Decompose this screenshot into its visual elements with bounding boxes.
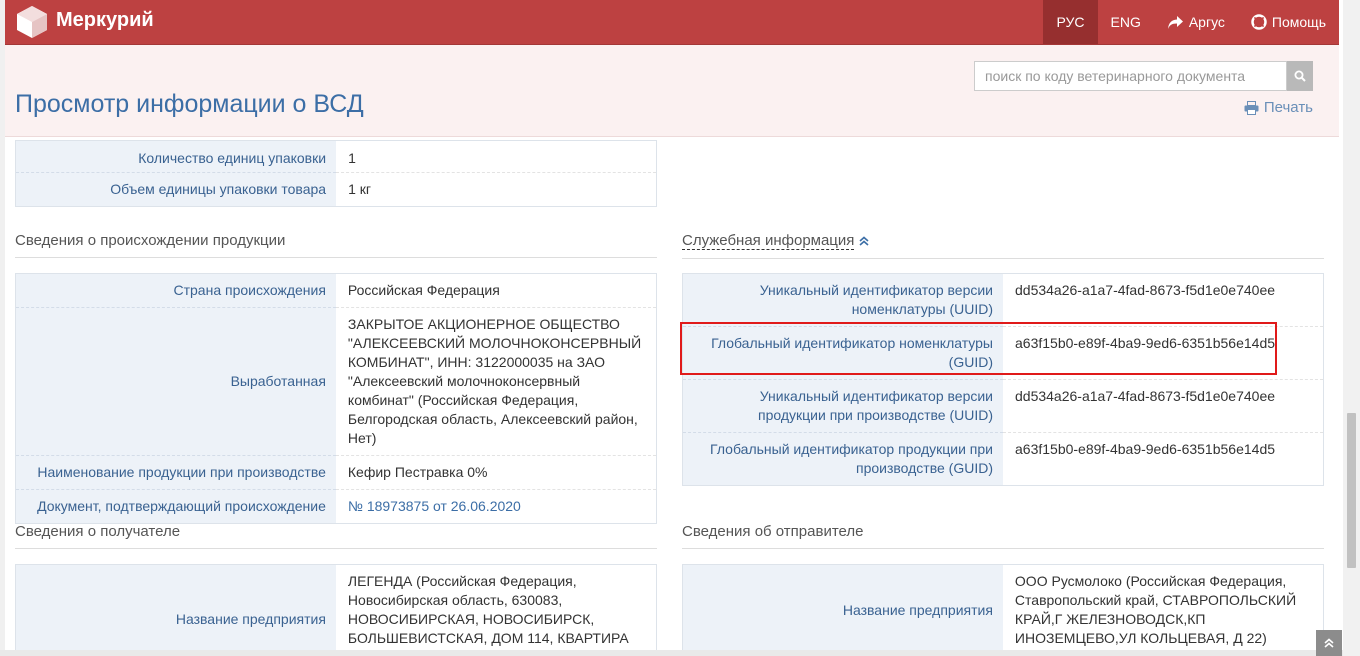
table-row: Глобальный идентификатор продукции при п…: [682, 432, 1324, 486]
double-chevron-up-icon: [859, 236, 869, 246]
service-table: Уникальный идентификатор версии номенкла…: [682, 273, 1324, 486]
app-window: Меркурий РУС ENG Аргус Помощь Просмотр и…: [0, 0, 1360, 656]
table-row: Количество единиц упаковки 1: [15, 140, 657, 173]
horizontal-scrollbar[interactable]: [0, 650, 1343, 656]
brand-name[interactable]: Меркурий: [56, 9, 154, 32]
row-label: Количество единиц упаковки: [15, 140, 337, 173]
argus-label: Аргус: [1188, 14, 1225, 30]
lang-rus-button[interactable]: РУС: [1043, 0, 1098, 44]
row-value: dd534a26-a1a7-4fad-8673-f5d1e0e740ee: [1003, 379, 1324, 433]
row-label: Страна происхождения: [15, 273, 336, 308]
row-label: Название предприятия: [15, 564, 336, 656]
recipient-table: Название предприятия ЛЕГЕНДА (Российская…: [15, 564, 657, 656]
page-header: Просмотр информации о ВСД Печать: [5, 45, 1339, 137]
mercury-logo-icon: [17, 6, 47, 38]
table-row: Название предприятия ООО Русмолоко (Росс…: [682, 564, 1324, 656]
row-label: Объем единицы упаковки товара: [15, 172, 337, 207]
origin-table: Страна происхождения Российская Федераци…: [15, 273, 657, 524]
row-label: Наименование продукции при производстве: [15, 455, 336, 490]
page-title: Просмотр информации о ВСД: [15, 90, 364, 118]
argus-link[interactable]: Аргус: [1154, 0, 1238, 44]
row-value: ЗАКРЫТОЕ АКЦИОНЕРНОЕ ОБЩЕСТВО "АЛЕКСЕЕВС…: [335, 307, 657, 456]
share-arrow-icon: [1167, 15, 1183, 29]
vertical-scrollbar[interactable]: [1343, 0, 1360, 656]
table-row: Страна происхождения Российская Федераци…: [15, 273, 657, 308]
help-link[interactable]: Помощь: [1238, 0, 1339, 44]
search-icon: [1294, 70, 1306, 82]
row-value: a63f15b0-e89f-4ba9-9ed6-6351b56e14d5: [1003, 432, 1324, 486]
top-nav: РУС ENG Аргус Помощь: [1043, 0, 1339, 44]
recipient-section-title: Сведения о получателе: [15, 523, 657, 549]
row-value: 1 кг: [336, 172, 657, 207]
lifebuoy-icon: [1251, 14, 1267, 30]
table-row: Выработанная ЗАКРЫТОЕ АКЦИОНЕРНОЕ ОБЩЕСТ…: [15, 307, 657, 456]
row-label: Выработанная: [15, 307, 336, 456]
row-label: Глобальный идентификатор продукции при п…: [682, 432, 1003, 486]
row-value: Российская Федерация: [335, 273, 657, 308]
search-input[interactable]: [974, 61, 1287, 91]
origin-section-title: Сведения о происхождении продукции: [15, 232, 657, 258]
guid-highlight-box: [680, 322, 1277, 375]
lang-rus-label: РУС: [1056, 14, 1085, 30]
row-label: Документ, подтверждающий происхождение: [15, 489, 336, 524]
row-value: Кефир Пестравка 0%: [335, 455, 657, 490]
row-label: Уникальный идентификатор версии номенкла…: [682, 273, 1003, 327]
table-row: Наименование продукции при производстве …: [15, 455, 657, 490]
table-row: Объем единицы упаковки товара 1 кг: [15, 172, 657, 207]
scroll-to-top-button[interactable]: [1316, 630, 1342, 656]
service-section-label: Служебная информация: [682, 232, 855, 250]
table-row: Уникальный идентификатор версии продукци…: [682, 379, 1324, 433]
row-value: ЛЕГЕНДА (Российская Федерация, Новосибир…: [335, 564, 657, 656]
help-label: Помощь: [1271, 14, 1326, 30]
row-value: 1: [336, 140, 657, 173]
sender-table: Название предприятия ООО Русмолоко (Росс…: [682, 564, 1324, 656]
print-label: Печать: [1263, 99, 1313, 116]
lang-eng-button[interactable]: ENG: [1098, 0, 1154, 44]
sender-section-title: Сведения об отправителе: [682, 523, 1324, 549]
row-label: Уникальный идентификатор версии продукци…: [682, 379, 1003, 433]
search-button[interactable]: [1287, 61, 1313, 91]
double-chevron-up-icon: [1324, 638, 1334, 648]
packaging-table: Количество единиц упаковки 1 Объем едини…: [15, 140, 657, 207]
table-row: Название предприятия ЛЕГЕНДА (Российская…: [15, 564, 657, 656]
service-section-title[interactable]: Служебная информация: [682, 232, 1324, 259]
row-value: dd534a26-a1a7-4fad-8673-f5d1e0e740ee: [1003, 273, 1324, 327]
row-value: ООО Русмолоко (Российская Федерация, Ста…: [1002, 564, 1324, 656]
table-row: Документ, подтверждающий происхождение №…: [15, 489, 657, 524]
origin-document-link[interactable]: № 18973875 от 26.06.2020: [348, 498, 521, 514]
table-row: Уникальный идентификатор версии номенкла…: [682, 273, 1324, 327]
row-label: Название предприятия: [682, 564, 1003, 656]
print-link[interactable]: Печать: [1244, 99, 1313, 116]
lang-eng-label: ENG: [1110, 14, 1141, 30]
printer-icon: [1244, 100, 1259, 115]
scrollbar-thumb[interactable]: [1347, 413, 1356, 568]
top-navbar: Меркурий РУС ENG Аргус Помощь: [5, 0, 1339, 45]
row-value: № 18973875 от 26.06.2020: [335, 489, 657, 524]
